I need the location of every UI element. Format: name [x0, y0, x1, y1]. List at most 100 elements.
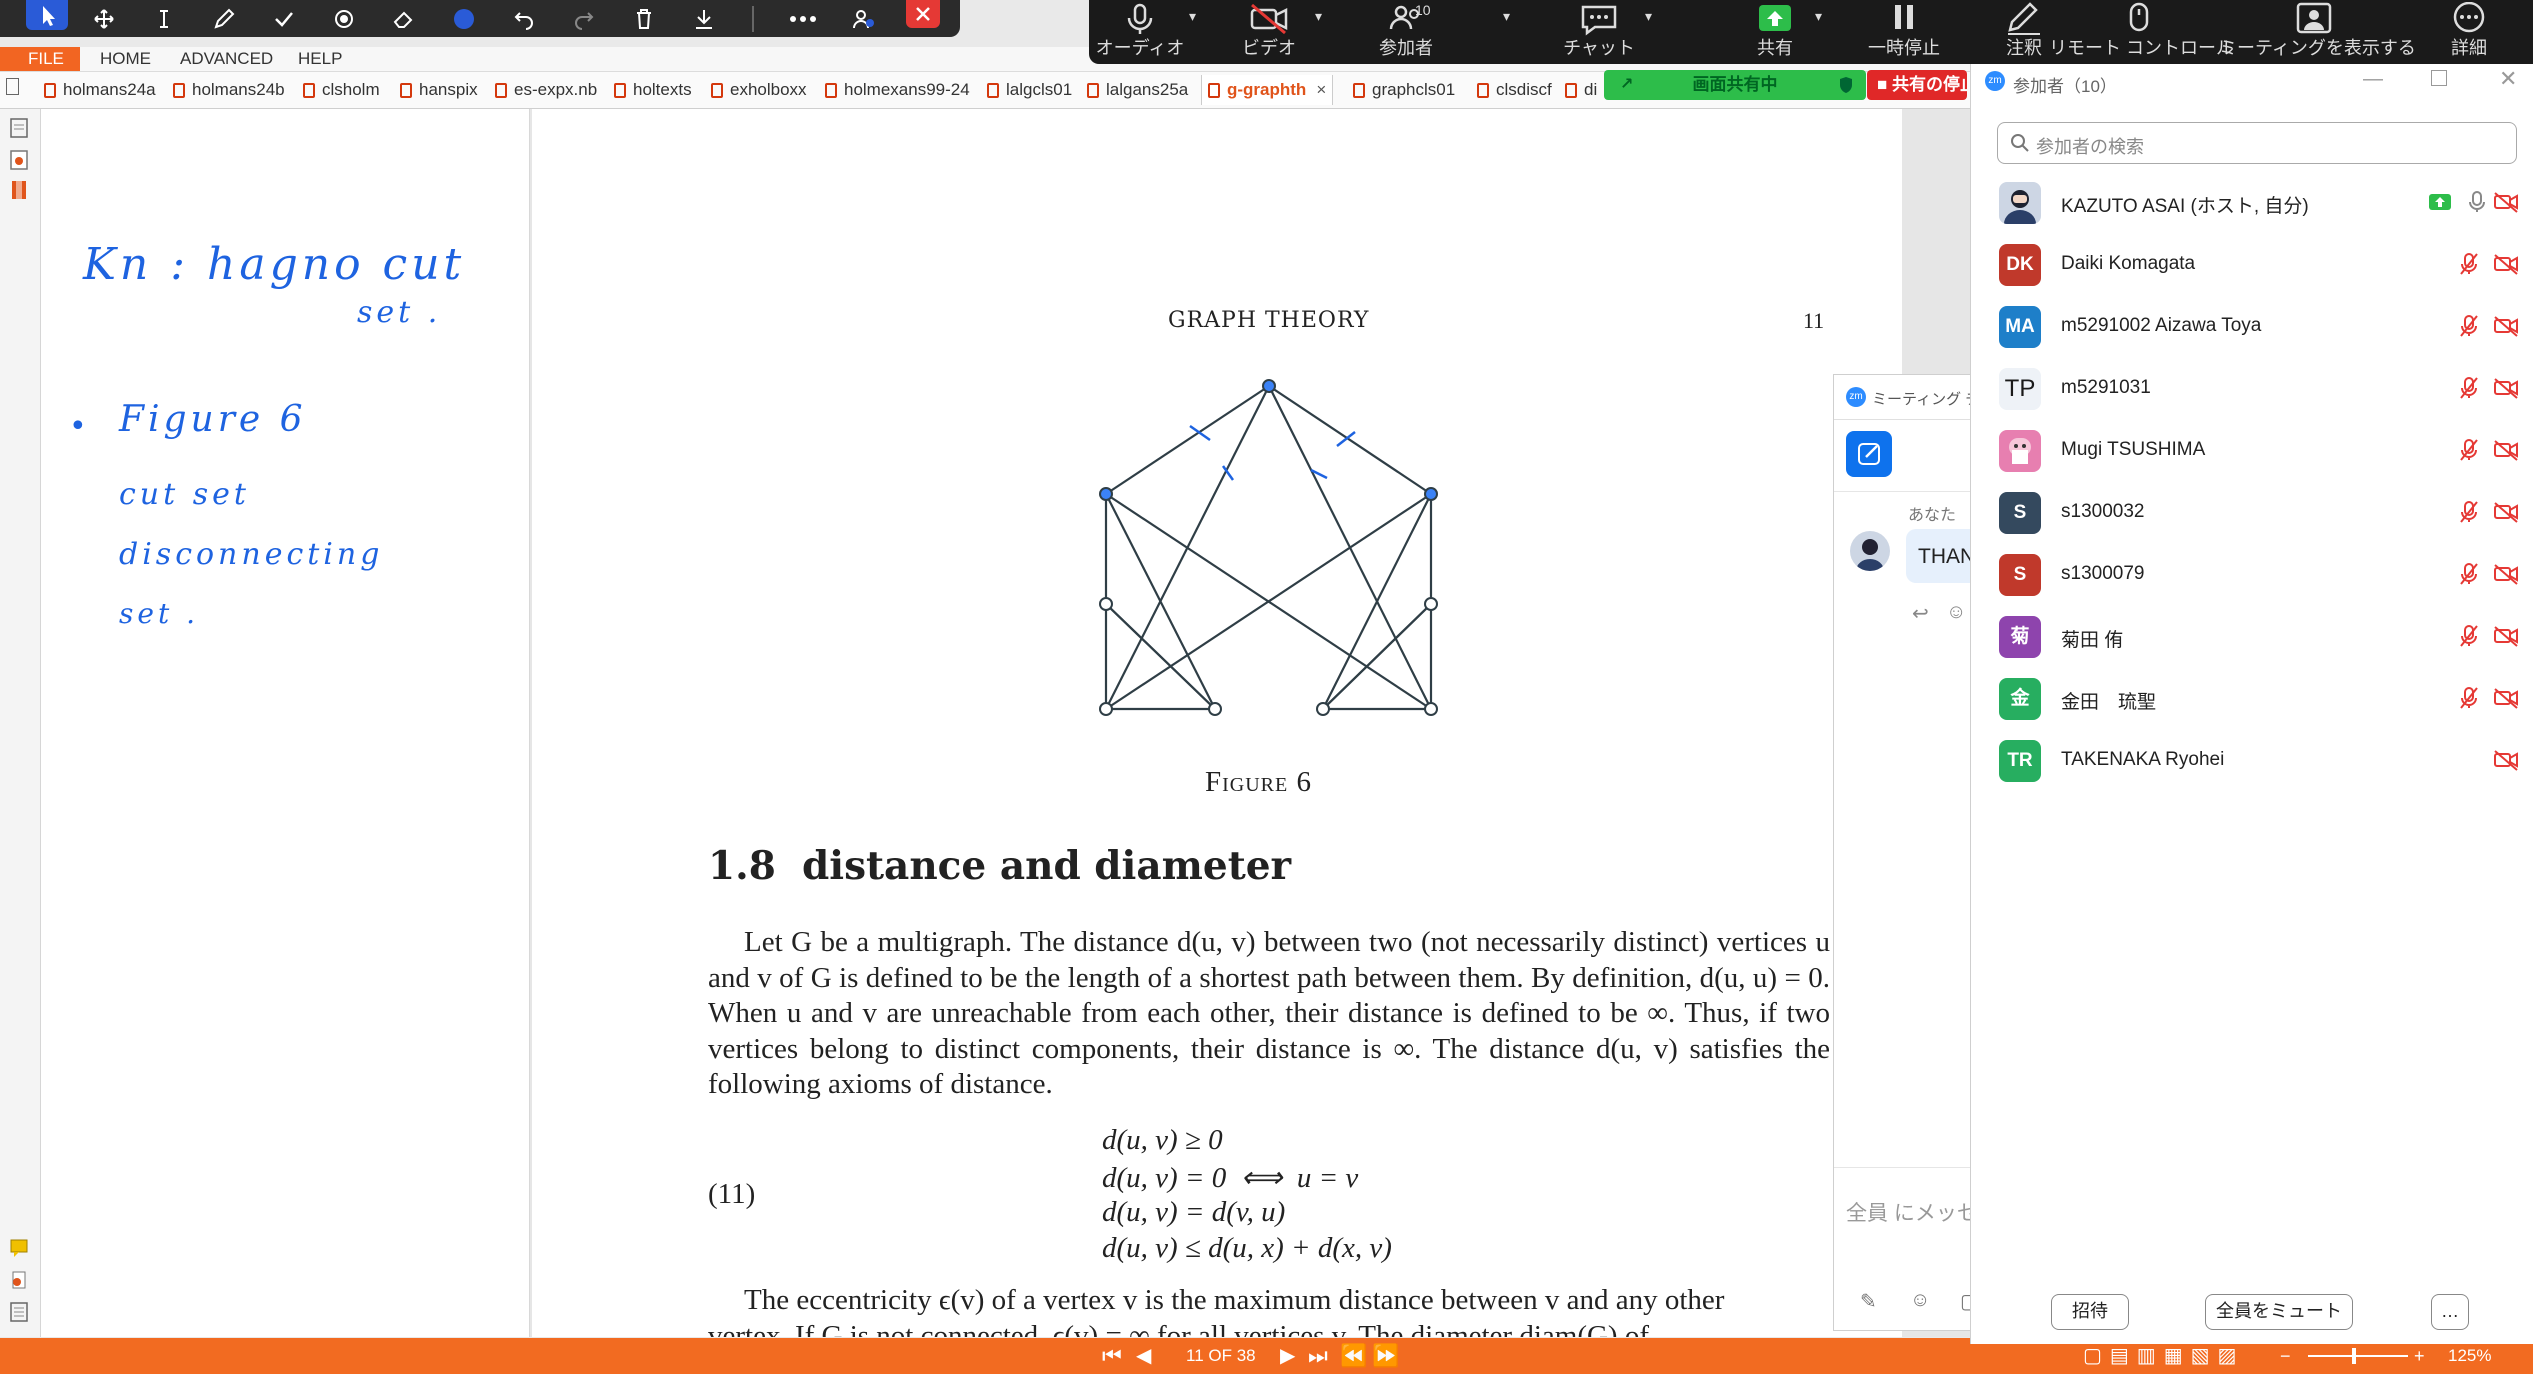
- trash-icon[interactable]: [632, 7, 656, 31]
- menu-advanced[interactable]: ADVANCED: [180, 47, 273, 71]
- redo-icon[interactable]: [572, 7, 596, 31]
- screen-sharing-indicator[interactable]: ↗ 画面共有中: [1604, 70, 1866, 100]
- doc-tab[interactable]: holmans24b: [173, 77, 285, 103]
- layers-icon[interactable]: [9, 1269, 29, 1291]
- emoji-icon[interactable]: ☺: [1910, 1289, 1930, 1312]
- participant-row[interactable]: KAZUTO ASAI (ホスト, 自分): [1999, 172, 2519, 234]
- attachments-icon[interactable]: [9, 149, 29, 171]
- eraser-icon[interactable]: [392, 7, 416, 31]
- share-options-chevron-icon[interactable]: ▾: [1815, 8, 1822, 25]
- new-tab-icon[interactable]: [6, 77, 19, 103]
- first-page-icon[interactable]: ⏮: [1102, 1338, 1122, 1374]
- color-swatch-icon[interactable]: [452, 7, 476, 31]
- participant-row[interactable]: 金金田 琉聖: [1999, 668, 2519, 730]
- participant-row[interactable]: Ss1300032: [1999, 482, 2519, 544]
- doc-tab[interactable]: clsholm: [303, 77, 380, 103]
- outline-icon[interactable]: [9, 1301, 29, 1323]
- chat-button[interactable]: チャット: [1549, 0, 1649, 64]
- participant-row[interactable]: Ss1300079: [1999, 544, 2519, 606]
- participant-name: KAZUTO ASAI (ホスト, 自分): [2061, 196, 2309, 217]
- pdf-file-icon: [614, 83, 626, 98]
- maximize-icon[interactable]: [2431, 70, 2447, 86]
- doc-tab[interactable]: clsdiscf: [1477, 77, 1552, 103]
- audio-options-chevron-icon[interactable]: ▾: [1189, 8, 1196, 25]
- zoom-slider[interactable]: [2308, 1355, 2408, 1357]
- doc-tab[interactable]: lalgans25a: [1087, 77, 1188, 103]
- video-off-icon: [2494, 316, 2518, 337]
- doc-tab[interactable]: holtexts: [614, 77, 692, 103]
- invite-button[interactable]: 招待: [2051, 1294, 2129, 1330]
- participant-status: [2459, 500, 2519, 526]
- bookmarks-icon[interactable]: [9, 179, 29, 201]
- comments-icon[interactable]: [9, 1237, 29, 1259]
- menu-home[interactable]: HOME: [100, 47, 151, 71]
- format-icon[interactable]: ✎: [1860, 1289, 1877, 1314]
- remote-control-button[interactable]: リモート コントロール: [2049, 0, 2234, 64]
- participants-button[interactable]: 参加者: [1351, 0, 1461, 64]
- doc-tab[interactable]: lalgcls01: [987, 77, 1072, 103]
- next-view-icon[interactable]: ⏩: [1372, 1338, 1399, 1374]
- participants-icon[interactable]: [852, 7, 876, 31]
- video-button[interactable]: ビデオ: [1219, 0, 1319, 64]
- close-annotation-icon[interactable]: [906, 0, 940, 28]
- participant-status: [2459, 252, 2519, 278]
- participant-row[interactable]: Mugi TSUSHIMA: [1999, 420, 2519, 482]
- next-page-icon[interactable]: ▶: [1280, 1338, 1295, 1374]
- page-indicator[interactable]: 11 OF 38: [1186, 1338, 1256, 1374]
- compose-icon[interactable]: [1846, 431, 1892, 477]
- participant-row[interactable]: TR TAKENAKA Ryohei: [1999, 730, 2519, 792]
- show-meeting-button[interactable]: ミーティングを表示する: [2219, 0, 2416, 64]
- participant-row[interactable]: 菊菊田 侑: [1999, 606, 2519, 668]
- handwritten-note: disconnecting: [119, 537, 384, 572]
- minimize-icon[interactable]: —: [2363, 68, 2383, 91]
- share-button[interactable]: 共有: [1725, 0, 1825, 64]
- participants-options-chevron-icon[interactable]: ▾: [1503, 8, 1510, 25]
- undo-icon[interactable]: [512, 7, 536, 31]
- select-arrow-icon[interactable]: [26, 0, 68, 30]
- more-button[interactable]: 詳細: [2419, 0, 2519, 64]
- paragraph: The eccentricity ϵ(v) of a vertex v is t…: [744, 1284, 1725, 1316]
- menu-file[interactable]: FILE: [0, 47, 80, 71]
- audio-button[interactable]: オーディオ: [1095, 0, 1185, 64]
- zoom-slider-handle[interactable]: [2352, 1348, 2356, 1364]
- last-page-icon[interactable]: ⏭: [1308, 1338, 1328, 1374]
- thumbnails-icon[interactable]: [9, 117, 29, 139]
- stop-share-button[interactable]: ■ 共有の停止: [1867, 70, 1967, 100]
- pan-move-icon[interactable]: [92, 7, 116, 31]
- participant-row[interactable]: DK Daiki Komagata: [1999, 234, 2519, 296]
- pause-share-button[interactable]: 一時停止: [1849, 0, 1959, 64]
- menu-help[interactable]: HELP: [298, 47, 342, 71]
- mute-all-button[interactable]: 全員をミュート: [2205, 1294, 2353, 1330]
- doc-tab[interactable]: exholboxx: [711, 77, 807, 103]
- doc-tab[interactable]: di: [1565, 77, 1597, 103]
- chat-options-chevron-icon[interactable]: ▾: [1645, 8, 1652, 25]
- handwritten-note: cut set: [119, 477, 250, 512]
- doc-tab-active[interactable]: g-graphth ×: [1201, 75, 1334, 105]
- checkmark-icon[interactable]: [272, 7, 296, 31]
- participant-row[interactable]: MA m5291002 Aizawa Toya: [1999, 296, 2519, 358]
- participant-row[interactable]: TP m5291031: [1999, 358, 2519, 420]
- doc-tab[interactable]: hanspix: [400, 77, 478, 103]
- muted-microphone-icon: [2459, 624, 2479, 648]
- doc-tab[interactable]: holmans24a: [44, 77, 156, 103]
- more-options-button[interactable]: …: [2431, 1294, 2469, 1330]
- pen-icon[interactable]: [212, 7, 236, 31]
- doc-tab[interactable]: holmexans99-24: [825, 77, 970, 103]
- emoji-reaction-icon[interactable]: ☺: [1946, 601, 1966, 624]
- chat-message-bubble[interactable]: THAN: [1906, 529, 1976, 583]
- text-cursor-icon[interactable]: [152, 7, 176, 31]
- prev-page-icon[interactable]: ◀: [1136, 1338, 1151, 1374]
- video-options-chevron-icon[interactable]: ▾: [1315, 8, 1322, 25]
- tab-close-icon[interactable]: ×: [1316, 80, 1326, 99]
- close-icon[interactable]: ✕: [2499, 66, 2517, 92]
- download-icon[interactable]: [692, 7, 716, 31]
- doc-tab[interactable]: graphcls01: [1353, 77, 1455, 103]
- reply-icon[interactable]: ↩: [1912, 601, 1929, 626]
- stamp-icon[interactable]: [332, 7, 356, 31]
- participant-search-input[interactable]: 参加者の検索: [1997, 122, 2517, 164]
- doc-tab[interactable]: es-expx.nb: [495, 77, 597, 103]
- chat-input[interactable]: 全員 にメッセージを送信: [1846, 1197, 1976, 1227]
- more-icon[interactable]: [788, 7, 816, 31]
- avatar: S: [1999, 554, 2041, 596]
- previous-view-icon[interactable]: ⏪: [1340, 1338, 1367, 1374]
